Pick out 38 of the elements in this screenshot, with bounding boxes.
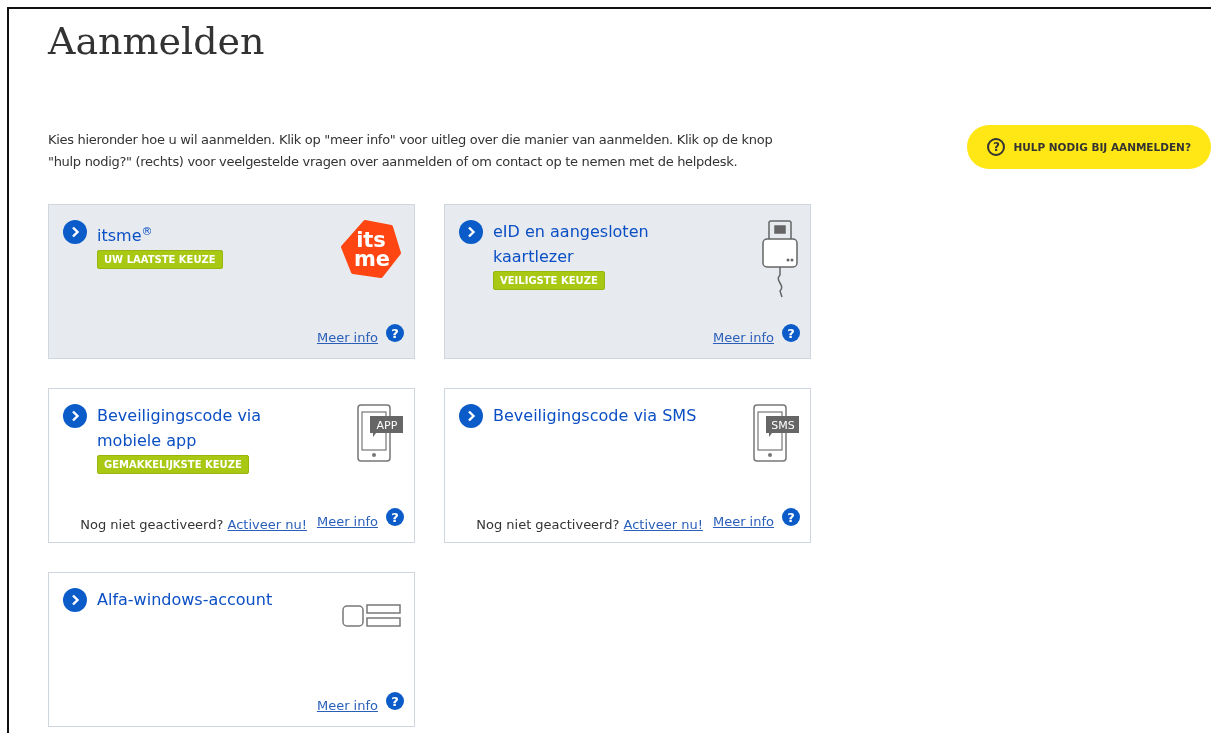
itsme-logo: its me xyxy=(341,219,401,279)
login-option-card[interactable]: Alfa-windows-account Meer info ? xyxy=(48,572,415,727)
login-option-card[interactable]: itsme$^{®}$ UW LAATSTE KEUZE its me Meer info ? xyxy=(48,204,415,359)
more-info-link[interactable]: Meer info xyxy=(316,330,378,345)
login-option-card[interactable]: Beveiligingscode via SMS SMS Nog niet geactiveerd? Activeer nu! Meer info ? xyxy=(444,388,811,543)
card-reader-icon xyxy=(760,219,800,299)
choice-label: UW LAATSTE KEUZE xyxy=(97,250,223,270)
option-title[interactable]: eID en aangesloten kaartlezer xyxy=(493,219,725,269)
chevron-icon[interactable] xyxy=(63,404,87,428)
activate-link[interactable]: Activeer nu! xyxy=(227,517,307,532)
help-icon[interactable]: ? xyxy=(386,508,404,526)
login-option-card[interactable]: eID en aangesloten kaartlezer VEILIGSTE KEUZE Meer info ? xyxy=(444,204,811,359)
help-icon[interactable]: ? xyxy=(782,324,800,342)
more-info-link[interactable]: Meer info xyxy=(316,514,378,529)
account-icon xyxy=(342,603,402,629)
help-icon[interactable]: ? xyxy=(386,324,404,342)
help-icon[interactable]: ? xyxy=(782,508,800,526)
intro-text: Kies hieronder hoe u wil aanmelden. Klik op "meer info" voor uitleg over die manier van aanmelden. Klik op de knop "hulp nodig?" (rechts) voor veelgestelde vragen over aanmelden of om contact op te nemen met de helpdesk. xyxy=(48,131,774,171)
help-button[interactable]: ? HULP NODIG BIJ AANMELDEN? xyxy=(967,125,1211,169)
more-info-link[interactable]: Meer info xyxy=(712,514,774,529)
help-icon[interactable]: ? xyxy=(386,692,404,710)
activate-link[interactable]: Activeer nu! xyxy=(623,517,703,532)
page-title: Aanmelden xyxy=(48,18,265,65)
option-title[interactable]: itsme$^{®}$ xyxy=(97,219,329,249)
option-title[interactable]: Alfa-windows-account xyxy=(97,587,329,612)
choice-label: GEMAKKELIJKSTE KEUZE xyxy=(97,455,249,474)
login-option-card[interactable]: Beveiligingscode via mobiele app GEMAKKELIJKSTE KEUZE APP Nog niet geactiveerd? Activeer nu! Meer info ? xyxy=(48,388,415,543)
chevron-icon[interactable] xyxy=(459,404,483,428)
more-info-link[interactable]: Meer info xyxy=(316,698,378,713)
chevron-icon[interactable] xyxy=(63,220,87,244)
choice-label: VEILIGSTE KEUZE xyxy=(493,271,605,290)
option-title[interactable]: Beveiligingscode via SMS xyxy=(493,403,725,428)
more-info-link[interactable]: Meer info xyxy=(712,330,774,345)
chevron-icon[interactable] xyxy=(63,588,87,612)
activation-text: Nog niet geactiveerd? xyxy=(80,517,224,532)
activation-text: Nog niet geactiveerd? xyxy=(476,517,620,532)
option-title[interactable]: Beveiligingscode via mobiele app xyxy=(97,403,329,453)
chevron-icon[interactable] xyxy=(459,220,483,244)
